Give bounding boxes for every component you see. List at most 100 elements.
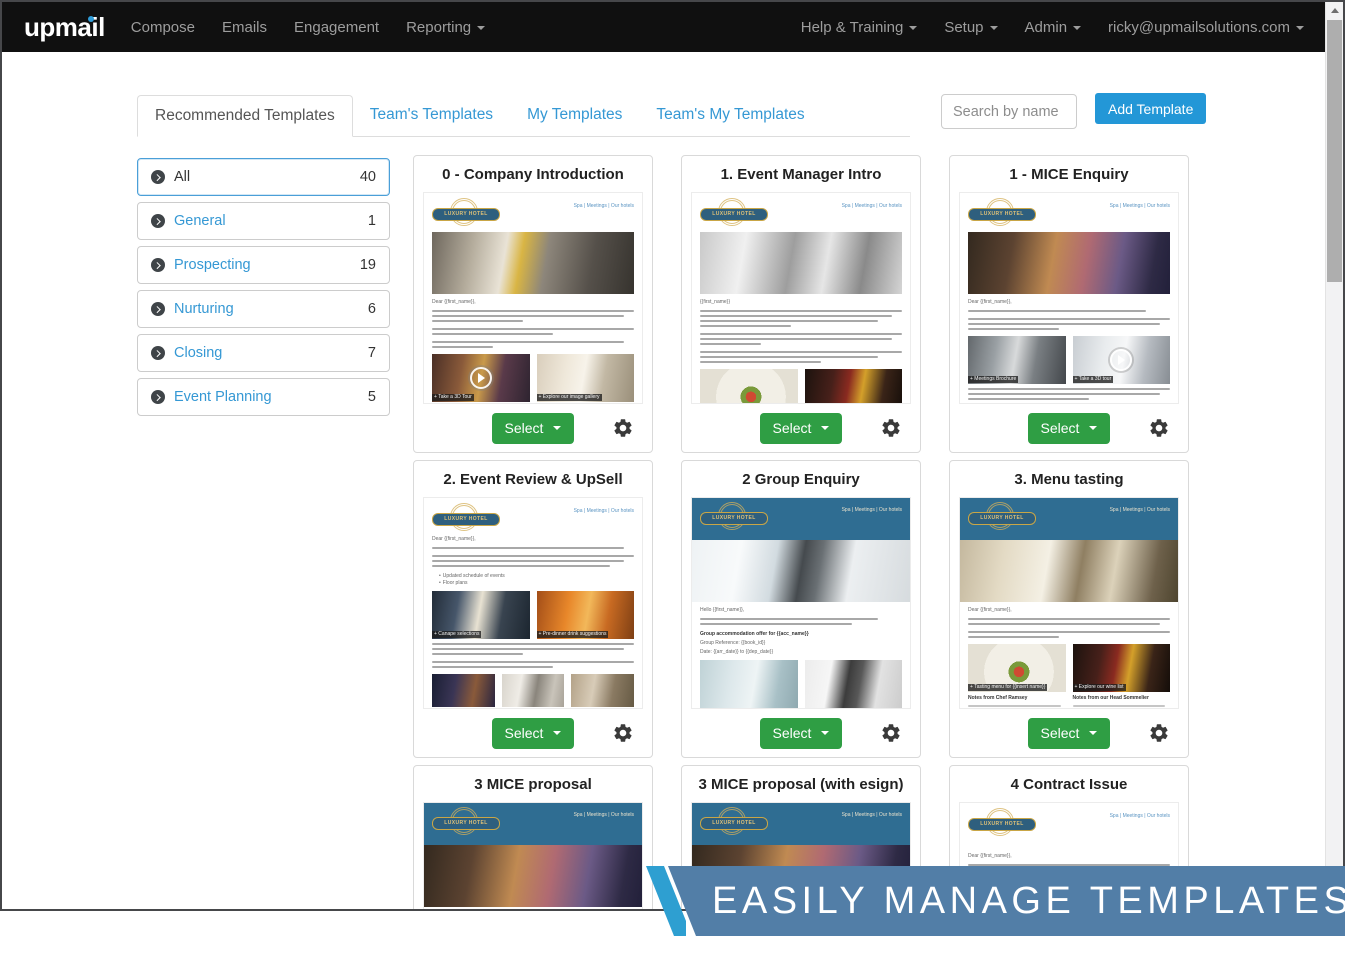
template-title: 4 Contract Issue [1010,776,1128,793]
template-card: 3. Menu tasting LUXURY HOTEL Spa | Meeti… [949,460,1189,758]
preview-image-3d-tour: + Take a 3D Tour [432,354,530,402]
logo-i-dot [87,15,94,22]
preview-nav-links: Spa | Meetings | Our hotels [573,812,634,818]
preview-image-wine: + Explore our wine list [1072,644,1170,692]
template-preview: LUXURY HOTEL Spa | Meetings | Our hotels… [423,497,643,709]
sidebar-item-closing[interactable]: Closing 7 [137,334,390,372]
chevron-circle-right-icon [151,170,165,184]
tab-recommended-templates[interactable]: Recommended Templates [137,95,353,137]
vertical-scrollbar[interactable] [1325,2,1343,909]
tab-my-templates[interactable]: My Templates [510,95,639,137]
luxury-hotel-logo: LUXURY HOTEL [700,807,772,835]
preview-image-meetings: + Meetings Brochure [968,336,1066,384]
nav-item-account-menu[interactable]: ricky@upmailsolutions.com [1108,19,1304,36]
count-badge: 1 [367,213,376,229]
luxury-hotel-logo: LUXURY HOTEL [432,198,504,226]
nav-item-admin[interactable]: Admin [1025,19,1082,36]
preview-image-bedroom [501,674,565,707]
scrollbar-thumb[interactable] [1327,20,1342,282]
upmail-logo[interactable]: upmail [24,12,105,43]
nav-item-emails[interactable]: Emails [222,19,267,36]
chevron-down-icon [553,731,562,735]
count-badge: 19 [359,257,376,273]
chevron-down-icon [821,426,830,430]
preview-nav-links: Spa | Meetings | Our hotels [573,203,634,209]
scroll-up-button[interactable] [1326,2,1343,19]
count-badge: 40 [359,169,376,185]
tab-teams-templates[interactable]: Team's Templates [353,95,510,137]
select-button[interactable]: Select [491,717,575,749]
chevron-circle-right-icon [151,258,165,272]
template-title: 1 - MICE Enquiry [1009,166,1129,183]
template-preview: LUXURY HOTEL Spa | Meetings | Our hotels… [423,192,643,404]
preview-nav-links: Spa | Meetings | Our hotels [1109,203,1170,209]
tab-teams-my-templates[interactable]: Team's My Templates [639,95,821,137]
chevron-down-icon [909,25,918,30]
chevron-down-icon [989,25,998,30]
template-card: 0 - Company Introduction LUXURY HOTEL Sp… [413,155,653,453]
template-tabs: Recommended Templates Team's Templates M… [137,95,910,137]
chevron-circle-right-icon [151,214,165,228]
nav-item-setup[interactable]: Setup [944,19,998,36]
chevron-circle-right-icon [151,390,165,404]
nav-item-reporting[interactable]: Reporting [406,19,486,36]
gear-icon[interactable] [1148,417,1170,439]
nav-item-help-training[interactable]: Help & Training [801,19,918,36]
select-button[interactable]: Select [759,717,843,749]
preview-image-canapes: + Canape selections [432,591,530,639]
template-card: 2. Event Review & UpSell LUXURY HOTEL Sp… [413,460,653,758]
luxury-hotel-logo: LUXURY HOTEL [700,502,772,530]
luxury-hotel-logo: LUXURY HOTEL [968,808,1040,836]
promo-banner: EASILY MANAGE TEMPLATES [640,866,1345,936]
category-sidebar: All 40 General 1 Prospecting 19 Nurturin… [137,158,390,422]
sidebar-item-event-planning[interactable]: Event Planning 5 [137,378,390,416]
top-navbar: upmail Compose Emails Engagement Reporti… [2,2,1326,52]
sidebar-item-nurturing[interactable]: Nurturing 6 [137,290,390,328]
template-title: 1. Event Manager Intro [720,166,882,183]
gear-icon[interactable] [880,722,902,744]
nav-item-compose[interactable]: Compose [131,19,195,36]
gear-icon[interactable] [1148,722,1170,744]
select-button[interactable]: Select [1027,717,1111,749]
chevron-down-icon [477,25,486,30]
chevron-down-icon [1073,25,1082,30]
chevron-down-icon [553,426,562,430]
gear-icon[interactable] [612,417,634,439]
preview-nav-links: Spa | Meetings | Our hotels [1109,507,1170,513]
sidebar-item-all[interactable]: All 40 [137,158,390,196]
preview-nav-links: Spa | Meetings | Our hotels [841,507,902,513]
luxury-hotel-logo: LUXURY HOTEL [968,198,1040,226]
preview-image-tasting-menu: + Tasting menu for {{insert name}} [968,644,1066,692]
browser-window: upmail Compose Emails Engagement Reporti… [0,0,1345,911]
preview-nav-links: Spa | Meetings | Our hotels [573,508,634,514]
sidebar-item-prospecting[interactable]: Prospecting 19 [137,246,390,284]
gear-icon[interactable] [880,417,902,439]
preview-image-3d-tour: + Take a 3D tour [1072,336,1170,384]
search-input[interactable] [941,94,1077,129]
add-template-button[interactable]: Add Template [1095,93,1207,124]
template-card: 2 Group Enquiry LUXURY HOTEL Spa | Meeti… [681,460,921,758]
template-title: 3. Menu tasting [1014,471,1124,488]
preview-image-banqueting: + Banqueting menu selector [700,369,798,403]
chevron-down-icon [1089,731,1098,735]
template-preview: LUXURY HOTEL Spa | Meetings | Our hotels… [959,497,1179,709]
preview-image-spa [571,674,635,707]
hero-image-chefs [700,232,902,294]
template-title: 3 MICE proposal (with esign) [698,776,904,793]
hero-image-lounge [968,232,1170,294]
preview-nav-links: Spa | Meetings | Our hotels [1109,813,1170,819]
preview-image-junior-suite [700,660,798,708]
select-button[interactable]: Select [491,412,575,444]
preview-nav-links: Spa | Meetings | Our hotels [841,203,902,209]
template-title: 2. Event Review & UpSell [443,471,623,488]
template-card: 1 - MICE Enquiry LUXURY HOTEL Spa | Meet… [949,155,1189,453]
nav-item-engagement[interactable]: Engagement [294,19,379,36]
template-preview: LUXURY HOTEL Spa | Meetings | Our hotels… [691,192,911,404]
banner-text: EASILY MANAGE TEMPLATES [712,880,1345,922]
sidebar-item-general[interactable]: General 1 [137,202,390,240]
select-button[interactable]: Select [759,412,843,444]
chevron-circle-right-icon [151,346,165,360]
select-button[interactable]: Select [1027,412,1111,444]
gear-icon[interactable] [612,722,634,744]
luxury-hotel-logo: LUXURY HOTEL [968,502,1040,530]
